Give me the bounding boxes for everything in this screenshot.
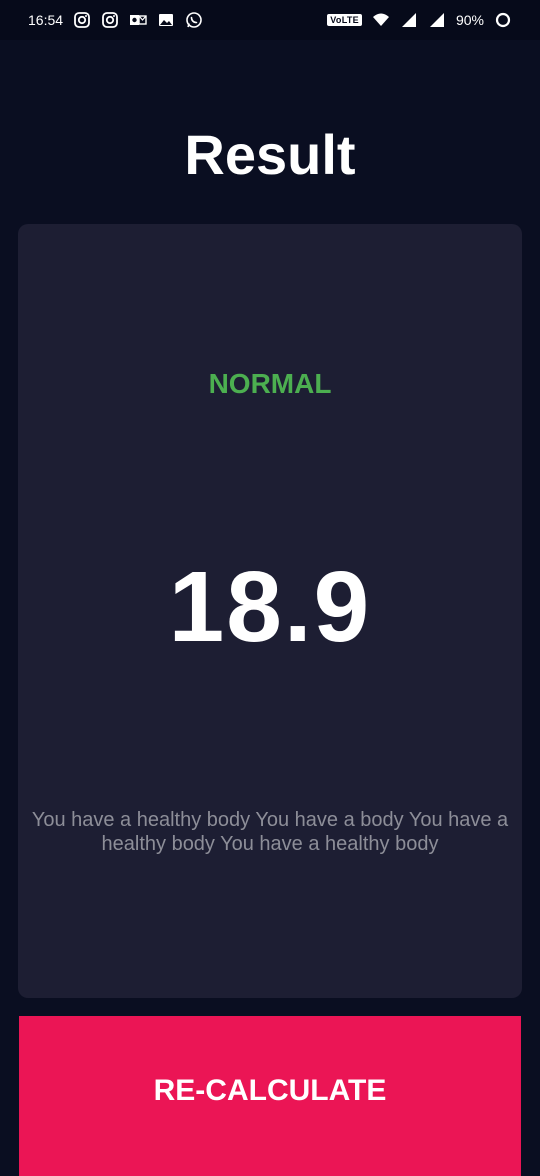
instagram-icon	[73, 11, 91, 29]
battery-percentage: 90%	[455, 12, 484, 28]
status-time: 16:54	[28, 12, 64, 28]
result-status: NORMAL	[208, 368, 332, 399]
whatsapp-icon	[185, 11, 203, 29]
status-bar-right: VoLTE 90%	[327, 11, 512, 29]
bmi-value: 18.9	[168, 551, 372, 663]
bmi-interpretation: You have a healthy body You have a body …	[31, 809, 509, 855]
result-card: NORMAL 18.9 You have a healthy body You …	[18, 224, 522, 998]
wifi-icon	[372, 11, 390, 29]
battery-icon	[494, 11, 512, 29]
signal-icon	[428, 11, 446, 29]
recalculate-button[interactable]: RE-CALCULATE	[19, 1016, 521, 1176]
page-title: Result	[184, 123, 356, 186]
gallery-icon	[157, 11, 175, 29]
status-bar-left: 16:54	[28, 11, 203, 29]
status-bar: 16:54 VoLTE 90%	[0, 0, 540, 40]
instagram-icon	[101, 11, 119, 29]
signal-icon	[400, 11, 418, 29]
volte-badge: VoLTE	[327, 14, 362, 26]
outlook-icon	[129, 11, 147, 29]
